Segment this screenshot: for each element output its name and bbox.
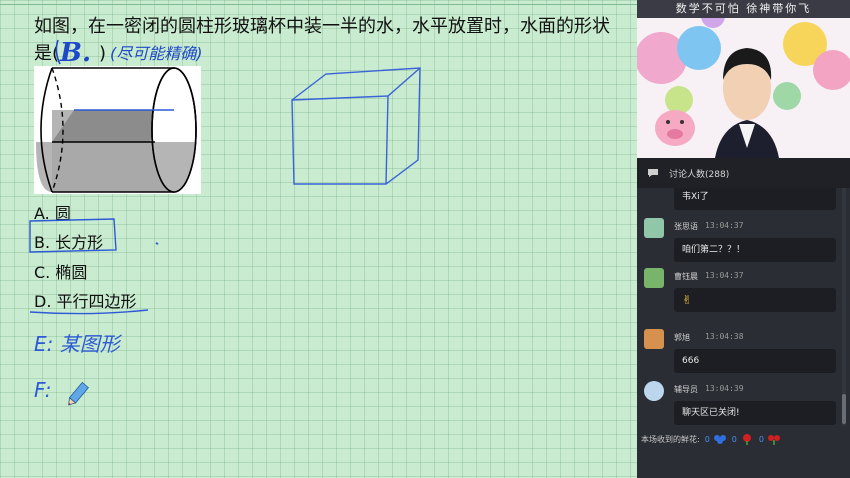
bottom-bar [637, 452, 850, 478]
bouquet-icon[interactable] [767, 433, 781, 445]
chat-username: 张思语 [674, 222, 698, 231]
avatar[interactable] [644, 268, 664, 288]
chat-bubble: 666 [674, 349, 836, 373]
pen-tool-icon[interactable] [62, 380, 92, 410]
avatar[interactable] [644, 329, 664, 349]
chat-timestamp: 13:04:39 [705, 384, 744, 393]
flower-count-bouquet: 0 [758, 434, 764, 444]
chat-timestamp: 13:04:37 [705, 221, 744, 230]
chat-timestamp: 13:04:37 [705, 271, 744, 280]
chat-scrollbar[interactable] [842, 188, 846, 426]
handwritten-option-f: F: [34, 378, 52, 402]
avatar[interactable] [644, 381, 664, 401]
chat-bubble-partial: 韦Xi了 [674, 188, 836, 210]
flower-label: 本场收到的鲜花: [641, 434, 700, 444]
chat-participant-count: 讨论人数(288) [669, 169, 730, 180]
chat-username: 郭旭 [674, 333, 690, 342]
chat-header: 讨论人数(288) [637, 158, 850, 188]
avatar[interactable] [644, 218, 664, 238]
blue-flower-icon[interactable] [713, 433, 727, 445]
chat-panel[interactable]: 韦Xi了 张思语 13:04:37 咱们第二？？！ 曹钰晨 13:04:37 ✌… [637, 188, 850, 426]
flower-count-blue: 0 [704, 434, 710, 444]
chat-timestamp: 13:04:38 [705, 332, 744, 341]
flower-count-red: 0 [731, 434, 737, 444]
whiteboard: 如图，在一密闭的圆柱形玻璃杯中装一半的水，水平放置时，水面的形状 是() B. … [0, 0, 637, 478]
chat-bubble: 聊天区已关闭! [674, 401, 836, 425]
chat-username: 辅导员 [674, 385, 698, 394]
video-banner: 数学不可怕 徐神带你飞 [637, 0, 850, 18]
chat-username: 曹钰晨 [674, 272, 698, 281]
chat-bubble-icon [648, 169, 658, 177]
handwritten-box-sketch [291, 67, 421, 185]
chat-bubble: 咱们第二？？！ [674, 238, 836, 262]
chat-scroll-thumb[interactable] [842, 394, 846, 424]
flower-counter: 本场收到的鲜花: 0 0 0 [637, 426, 850, 452]
chat-bubble: ✌ [674, 288, 836, 312]
handwritten-option-e: E: 某图形 [34, 332, 120, 356]
teacher-video: 数学不可怕 徐神带你飞 [637, 0, 850, 158]
red-flower-icon[interactable] [740, 433, 754, 445]
